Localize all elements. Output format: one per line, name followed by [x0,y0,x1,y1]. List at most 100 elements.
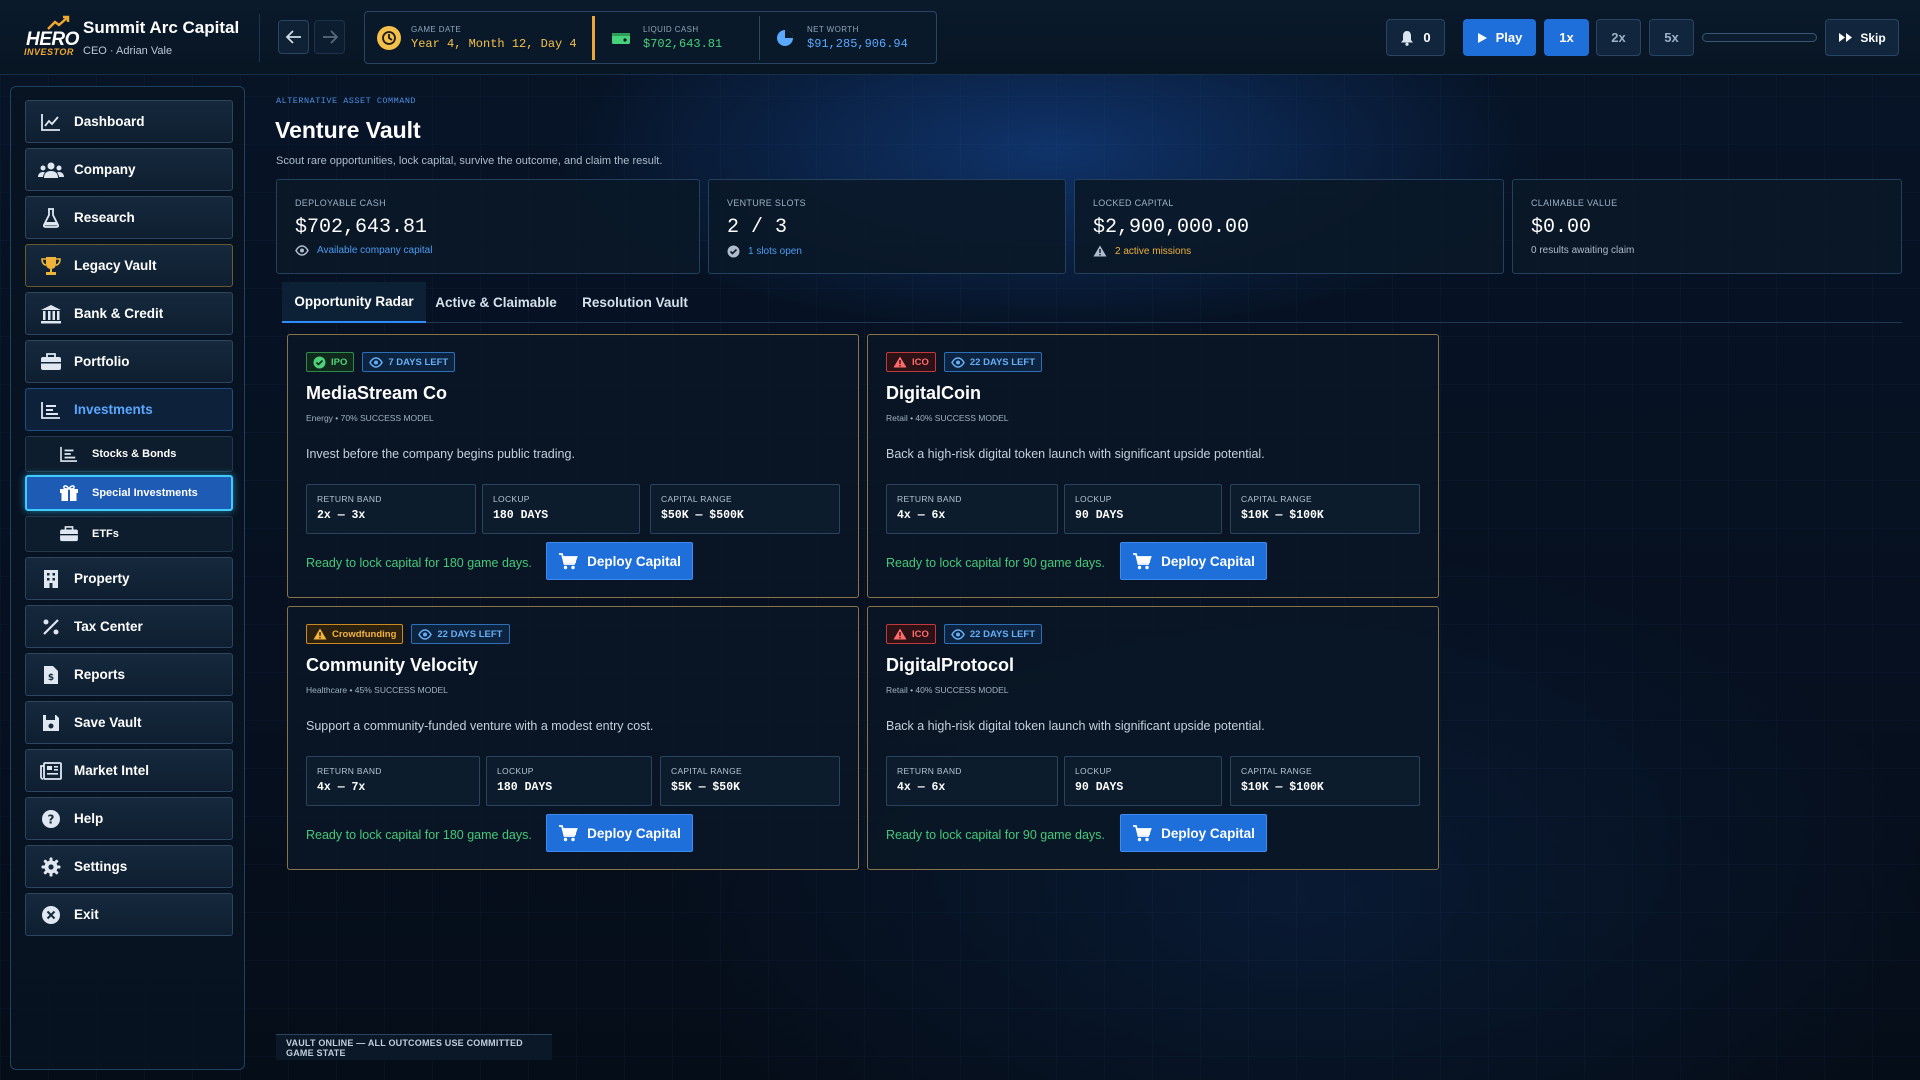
notifications-button[interactable]: 0 [1386,19,1445,56]
day-progress-bar [1702,33,1817,42]
sidebar-subitem-stocks-bonds[interactable]: Stocks & Bonds [25,436,233,472]
opportunity-description: Back a high-risk digital token launch wi… [886,447,1265,461]
kpi-venture-slots: VENTURE SLOTS 2 / 3 1 slots open [708,179,1066,274]
metric-lockup: LOCKUP 180 DAYS [482,484,640,534]
sidebar-item-company[interactable]: Company [25,148,233,191]
metric-lockup: LOCKUP 180 DAYS [486,756,652,806]
skip-button[interactable]: Skip [1825,19,1899,56]
deploy-capital-button[interactable]: Deploy Capital [546,814,693,852]
stat-value: $91,285,906.94 [807,37,908,51]
eye-icon [418,628,433,640]
sidebar-item-research[interactable]: Research [25,196,233,239]
notification-count: 0 [1423,30,1431,45]
sidebar-item-label: Settings [74,859,128,874]
stat-value: Year 4, Month 12, Day 4 [411,37,577,51]
metric-value: 4x — 6x [897,781,946,794]
sidebar-item-label: Exit [74,907,99,922]
deploy-capital-button[interactable]: Deploy Capital [1120,542,1267,580]
tab-active-claimable[interactable]: Active & Claimable [426,282,566,323]
metric-value: 4x — 7x [317,781,366,794]
top-bar: HERO INVESTOR Summit Arc Capital CEO · A… [0,0,1920,75]
back-button[interactable] [278,20,309,54]
sidebar-item-market-intel[interactable]: Market Intel [25,749,233,792]
kpi-note-text: 1 slots open [748,246,802,257]
sidebar-item-dashboard[interactable]: Dashboard [25,100,233,143]
card-badges: IPO 7 DAYS LEFT [306,352,456,372]
type-badge-text: ICO [912,356,929,368]
metric-capital-range: CAPITAL RANGE $10K — $100K [1230,484,1420,534]
play-button[interactable]: Play [1463,19,1536,56]
sidebar-item-label: Special Investments [92,487,198,499]
metric-label: CAPITAL RANGE [1241,766,1312,776]
divider [759,16,760,60]
opportunity-name: DigitalProtocol [886,655,1015,675]
sidebar-item-label: Save Vault [74,715,142,730]
speed-1x-button[interactable]: 1x [1544,19,1589,56]
tab-opportunity-radar[interactable]: Opportunity Radar [282,282,426,323]
metric-return-band: RETURN BAND 4x — 6x [886,756,1058,806]
stat-game-date: GAME DATE Year 4, Month 12, Day 4 [365,16,595,60]
sidebar-item-settings[interactable]: Settings [25,845,233,888]
line-chart-icon [38,113,64,131]
opportunity-meta: Healthcare • 45% SUCCESS MODEL [306,685,448,695]
forward-button[interactable] [314,20,345,54]
eye-icon [295,245,309,256]
deploy-capital-button[interactable]: Deploy Capital [1120,814,1267,852]
ready-status: Ready to lock capital for 180 game days. [306,556,532,570]
opportunity-name: MediaStream Co [306,383,448,403]
sidebar-item-bank-credit[interactable]: Bank & Credit [25,292,233,335]
sidebar-item-property[interactable]: Property [25,557,233,600]
cart-icon [559,824,578,841]
sidebar-subitem-etfs[interactable]: ETFs [25,516,233,552]
speed-5x-button[interactable]: 5x [1649,19,1694,56]
sidebar-subitem-special-investments[interactable]: Special Investments [25,475,233,511]
sidebar-item-label: Legacy Vault [74,258,157,273]
svg-text:$: $ [48,673,54,683]
sidebar-item-label: Tax Center [74,619,143,634]
metric-return-band: RETURN BAND 4x — 7x [306,756,480,806]
deploy-label: Deploy Capital [1161,553,1255,569]
sidebar-item-portfolio[interactable]: Portfolio [25,340,233,383]
warning-icon [893,356,907,368]
sidebar-item-save-vault[interactable]: Save Vault [25,701,233,744]
help-icon: ? [38,809,64,829]
kpi-value: $2,900,000.00 [1093,216,1250,239]
divider [259,14,260,62]
sidebar-item-reports[interactable]: $ Reports [25,653,233,696]
stat-net-worth: NET WORTH $91,285,906.94 [761,16,938,60]
metric-capital-range: CAPITAL RANGE $10K — $100K [1230,756,1420,806]
days-left-text: 7 DAYS LEFT [388,356,449,368]
kpi-label: CLAIMABLE VALUE [1531,198,1618,208]
eye-icon [951,628,965,640]
kpi-note: 0 results awaiting claim [1531,245,1901,256]
close-icon [38,905,64,925]
briefcase-icon [56,526,82,542]
sidebar-item-investments[interactable]: Investments [25,388,233,431]
tab-resolution-vault[interactable]: Resolution Vault [566,282,704,323]
sidebar-item-exit[interactable]: Exit [25,893,233,936]
kpi-note: 2 active missions [1093,245,1503,257]
kpi-note-text: 0 results awaiting claim [1531,245,1635,256]
deploy-label: Deploy Capital [587,825,681,841]
deploy-capital-button[interactable]: Deploy Capital [546,542,693,580]
list-chart-icon [56,446,82,462]
sidebar-item-tax-center[interactable]: Tax Center [25,605,233,648]
ready-status: Ready to lock capital for 90 game days. [886,556,1105,570]
sidebar-item-label: Bank & Credit [74,306,164,321]
cart-icon [559,552,578,569]
sidebar-item-legacy-vault[interactable]: Legacy Vault [25,244,233,287]
ready-status: Ready to lock capital for 90 game days. [886,828,1105,842]
report-icon: $ [38,665,64,685]
kpi-value: $0.00 [1531,216,1592,239]
sidebar-item-label: Investments [74,402,153,417]
kpi-value: 2 / 3 [727,216,788,239]
speed-2x-button[interactable]: 2x [1596,19,1641,56]
sidebar-item-help[interactable]: ? Help [25,797,233,840]
kpi-note: Available company capital [295,245,699,256]
deploy-label: Deploy Capital [1161,825,1255,841]
play-label: Play [1495,30,1523,45]
type-badge: ICO [886,352,936,372]
metric-capital-range: CAPITAL RANGE $50K — $500K [650,484,840,534]
metric-label: CAPITAL RANGE [1241,494,1312,504]
days-left-badge: 22 DAYS LEFT [411,624,510,644]
